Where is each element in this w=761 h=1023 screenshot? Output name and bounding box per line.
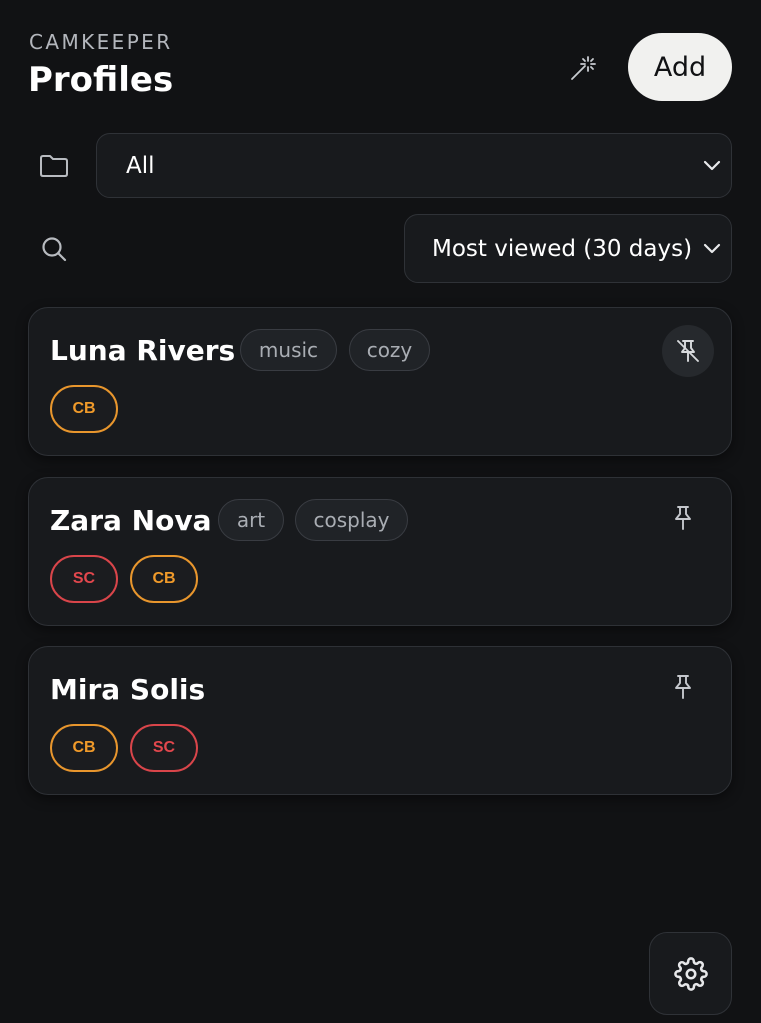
profile-name: Zara Nova <box>50 504 212 537</box>
chevron-down-icon <box>703 243 721 253</box>
app-brand: CAMKEEPER <box>29 30 173 54</box>
platform-badge-sc[interactable]: SC <box>50 555 118 603</box>
profile-name: Luna Rivers <box>50 334 236 367</box>
pin-off-icon <box>677 340 699 362</box>
profile-card[interactable]: Mira Solis CB SC <box>28 646 732 795</box>
gear-icon <box>673 956 708 991</box>
platform-badge-sc[interactable]: SC <box>130 724 198 772</box>
sort-select[interactable]: Most viewed (30 days) <box>404 214 732 283</box>
magic-wand-icon <box>571 56 596 80</box>
folder-icon <box>40 155 68 177</box>
page-title: Profiles <box>28 60 174 100</box>
profile-card[interactable]: Zara Nova art cosplay SC CB <box>28 477 732 626</box>
tag-chip[interactable]: art <box>218 499 284 541</box>
profile-card[interactable]: Luna Rivers music cozy CB <box>28 307 732 456</box>
settings-button[interactable] <box>649 932 732 1015</box>
folder-select-value: All <box>126 152 155 179</box>
chevron-down-icon <box>703 160 721 170</box>
tag-chip[interactable]: music <box>240 329 337 371</box>
magic-wand-button[interactable] <box>563 50 601 86</box>
pin-icon <box>675 506 691 530</box>
search-icon[interactable] <box>40 235 68 263</box>
platform-badge-cb[interactable]: CB <box>50 724 118 772</box>
sort-select-value: Most viewed (30 days) <box>432 235 693 262</box>
pin-button[interactable] <box>667 502 699 534</box>
tag-chip[interactable]: cosplay <box>295 499 408 541</box>
folder-select[interactable]: All <box>96 133 732 198</box>
platform-badge-cb[interactable]: CB <box>130 555 198 603</box>
pin-button[interactable] <box>667 671 699 703</box>
tag-chip[interactable]: cozy <box>349 329 430 371</box>
pin-icon <box>675 675 691 699</box>
add-profile-button[interactable]: Add <box>628 33 732 101</box>
unpin-button[interactable] <box>662 325 714 377</box>
platform-badge-cb[interactable]: CB <box>50 385 118 433</box>
profile-name: Mira Solis <box>50 673 206 706</box>
